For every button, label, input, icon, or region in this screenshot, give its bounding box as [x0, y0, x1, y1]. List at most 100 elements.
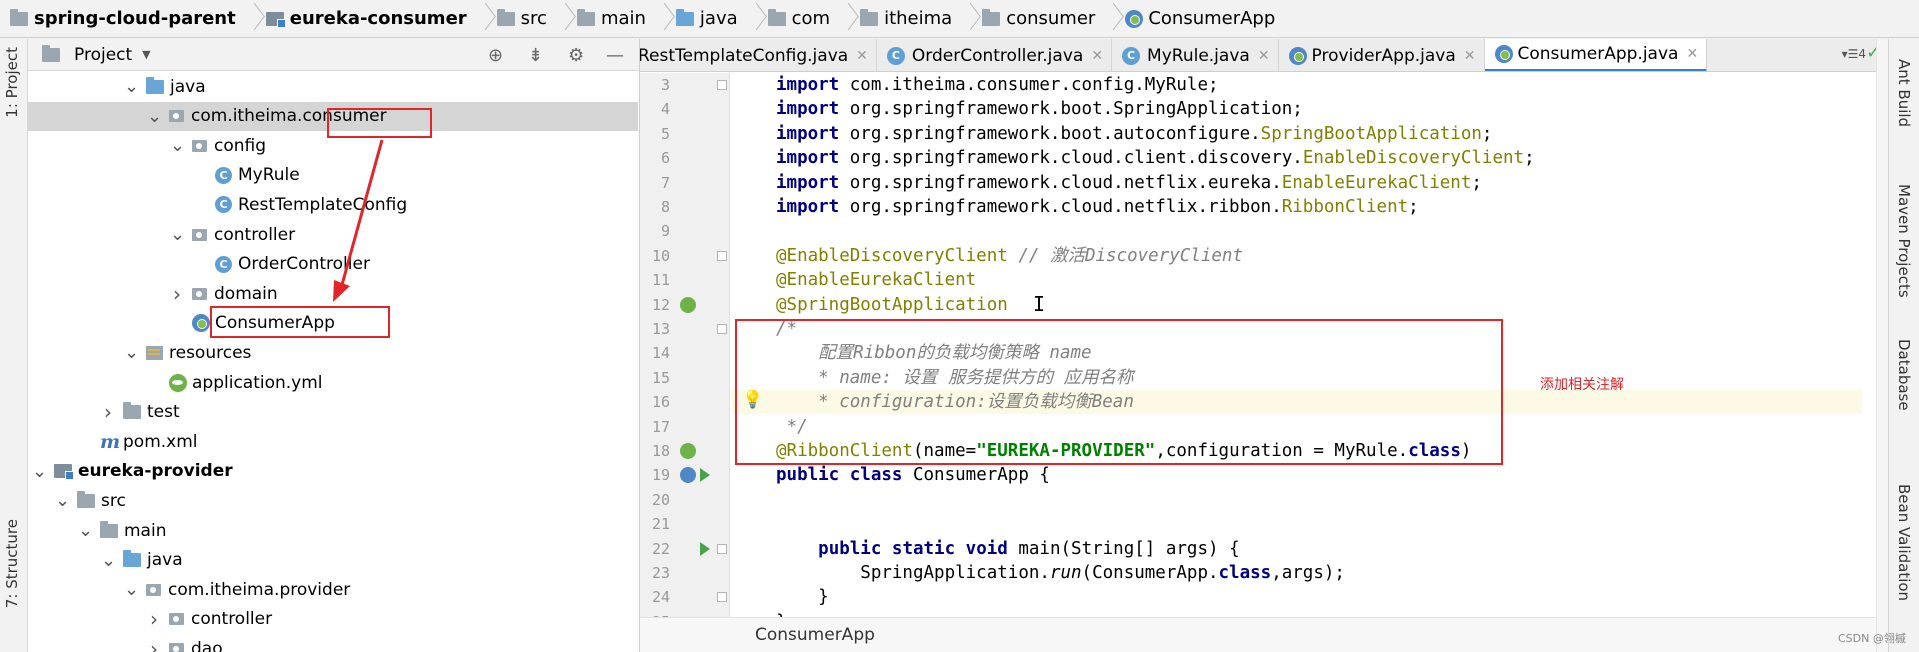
code-line[interactable]: import org.springframework.cloud.netflix… — [732, 171, 1862, 195]
tree-node[interactable]: application.yml — [169, 368, 323, 397]
code-line[interactable]: } — [732, 585, 1862, 609]
spring-boot-class-icon[interactable] — [680, 467, 696, 484]
code-line[interactable]: @EnableEurekaClient — [732, 268, 1862, 292]
code-line[interactable] — [732, 488, 1862, 512]
close-icon[interactable]: ✕ — [1258, 48, 1270, 64]
fold-marker-icon[interactable] — [717, 592, 727, 603]
fold-marker-icon[interactable] — [717, 250, 727, 261]
hide-icon[interactable]: — — [606, 45, 624, 66]
chevron-down-icon[interactable]: ⌄ — [147, 106, 162, 127]
structure-tool-tab[interactable]: 7: Structure — [3, 519, 21, 608]
tree-node[interactable]: ⌄ eureka-provider — [32, 457, 233, 486]
spring-bean-icon[interactable] — [680, 296, 696, 313]
tree-node[interactable]: ⌄ com.itheima.consumer — [28, 101, 638, 131]
chevron-right-icon[interactable]: › — [170, 282, 184, 306]
right-tool-tab[interactable]: Database — [1895, 339, 1913, 411]
editor-tab[interactable]: C OrderController.java ✕ — [877, 39, 1113, 71]
right-tool-tab[interactable]: Bean Validation — [1895, 484, 1913, 601]
code-line[interactable] — [732, 512, 1862, 536]
code-line[interactable]: @EnableDiscoveryClient // 激活DiscoveryCli… — [732, 244, 1862, 268]
chevron-down-icon[interactable]: ⌄ — [124, 342, 139, 363]
code-line[interactable]: @RibbonClient(name="EUREKA-PROVIDER",con… — [732, 439, 1862, 463]
close-icon[interactable]: ✕ — [1464, 48, 1476, 64]
breadcrumb-item[interactable]: com — [767, 0, 860, 37]
breadcrumb-item[interactable]: ConsumerApp — [1125, 0, 1283, 37]
tree-node[interactable]: ⌄ config — [170, 131, 266, 160]
editor-tab[interactable]: C MyRule.java ✕ — [1112, 39, 1279, 71]
project-view-title[interactable]: Project — [74, 45, 132, 65]
code-line[interactable]: import org.springframework.boot.autoconf… — [732, 122, 1862, 146]
code-line[interactable]: public static void main(String[] args) { — [732, 537, 1862, 561]
tree-node[interactable]: ⌄ java — [124, 72, 206, 101]
chevron-down-icon[interactable]: ▼ — [142, 48, 150, 61]
breadcrumb-item[interactable]: java — [675, 0, 768, 37]
chevron-right-icon[interactable]: › — [101, 400, 115, 424]
code-line[interactable]: * name: 设置 服务提供方的 应用名称 — [732, 366, 1862, 390]
editor-tab[interactable]: ConsumerApp.java ✕ — [1484, 39, 1708, 71]
chevron-down-icon[interactable]: ⌄ — [32, 461, 47, 482]
code-line[interactable]: import com.itheima.consumer.config.MyRul… — [732, 73, 1862, 97]
tree-node[interactable]: ⌄ java — [101, 546, 183, 575]
code-line[interactable]: */ — [732, 415, 1862, 439]
breadcrumb-item[interactable]: eureka-consumer — [265, 0, 497, 37]
tree-node[interactable]: › controller — [147, 605, 272, 634]
right-tool-tab[interactable]: Maven Projects — [1895, 184, 1913, 298]
editor-tab[interactable]: ProviderApp.java ✕ — [1279, 39, 1485, 71]
chevron-right-icon[interactable]: › — [147, 607, 161, 631]
chevron-down-icon[interactable]: ⌄ — [170, 224, 185, 245]
code-line[interactable]: import org.springframework.cloud.client.… — [732, 146, 1862, 170]
tree-node[interactable]: C OrderController — [215, 250, 370, 279]
gear-icon[interactable]: ⚙ — [568, 45, 584, 66]
code-line[interactable]: * configuration:设置负载均衡Bean — [732, 390, 1862, 415]
close-icon[interactable]: ✕ — [1091, 48, 1103, 64]
code-line[interactable]: import org.springframework.cloud.netflix… — [732, 195, 1862, 219]
tree-node[interactable]: ⌄ controller — [170, 220, 295, 249]
run-icon[interactable] — [700, 541, 710, 556]
code-line[interactable]: } — [732, 610, 1862, 617]
tree-node[interactable]: m pom.xml — [100, 427, 198, 456]
breadcrumb-item[interactable]: itheima — [860, 0, 982, 37]
code-line[interactable]: @SpringBootApplication — [732, 293, 1862, 317]
spring-bean-icon[interactable] — [680, 443, 696, 459]
close-icon[interactable]: ✕ — [1686, 46, 1698, 62]
tree-node[interactable]: ⌄ resources — [124, 338, 251, 367]
tree-node[interactable]: ConsumerApp — [192, 309, 335, 338]
code-line[interactable]: SpringApplication.run(ConsumerApp.class,… — [732, 561, 1862, 585]
chevron-down-icon[interactable]: ⌄ — [170, 135, 185, 156]
locate-icon[interactable]: ⊕ — [488, 45, 503, 66]
breadcrumb-item[interactable]: main — [576, 0, 676, 37]
editor-breadcrumb-class[interactable]: ConsumerApp — [755, 625, 875, 645]
close-icon[interactable]: ✕ — [856, 48, 868, 64]
code-line[interactable]: /* — [732, 317, 1862, 341]
tree-node[interactable]: C RestTemplateConfig — [215, 190, 407, 219]
tree-node[interactable]: ⌄ com.itheima.provider — [124, 575, 350, 604]
lightbulb-icon[interactable]: 💡 — [742, 390, 763, 410]
code-line[interactable]: 配置Ribbon的负载均衡策略 name — [732, 341, 1862, 365]
code-line[interactable]: public class ConsumerApp { — [732, 463, 1862, 487]
run-icon[interactable] — [700, 468, 710, 483]
tree-node[interactable]: › domain — [170, 279, 278, 308]
fold-marker-icon[interactable] — [717, 543, 727, 554]
tree-node[interactable]: ⌄ main — [78, 516, 166, 545]
chevron-right-icon[interactable]: › — [147, 637, 161, 652]
code-area[interactable]: import com.itheima.consumer.config.MyRul… — [732, 73, 1862, 617]
chevron-down-icon[interactable]: ⌄ — [124, 76, 139, 97]
chevron-down-icon[interactable]: ⌄ — [55, 490, 70, 511]
code-line[interactable]: import org.springframework.boot.SpringAp… — [732, 97, 1862, 121]
editor-vertical-scrollbar[interactable] — [1876, 39, 1888, 652]
right-tool-tab[interactable]: Ant Build — [1895, 59, 1913, 127]
code-line[interactable] — [732, 219, 1862, 243]
breadcrumb-item[interactable]: spring-cloud-parent — [10, 0, 266, 37]
fold-marker-icon[interactable] — [717, 324, 727, 334]
tree-node[interactable]: ⌄ src — [55, 486, 126, 515]
chevron-down-icon[interactable]: ⌄ — [101, 550, 116, 571]
editor-tab[interactable]: RestTemplateConfig.java ✕ — [640, 39, 877, 71]
chevron-down-icon[interactable]: ⌄ — [78, 520, 93, 541]
breadcrumb-item[interactable]: consumer — [982, 0, 1125, 37]
project-tool-tab[interactable]: 1: Project — [3, 47, 21, 118]
tree-node[interactable]: › dao — [147, 634, 223, 652]
chevron-down-icon[interactable]: ⌄ — [124, 579, 139, 600]
tree-node[interactable]: › test — [101, 398, 180, 427]
tree-node[interactable]: C MyRule — [215, 161, 300, 190]
fold-marker-icon[interactable] — [717, 80, 727, 90]
